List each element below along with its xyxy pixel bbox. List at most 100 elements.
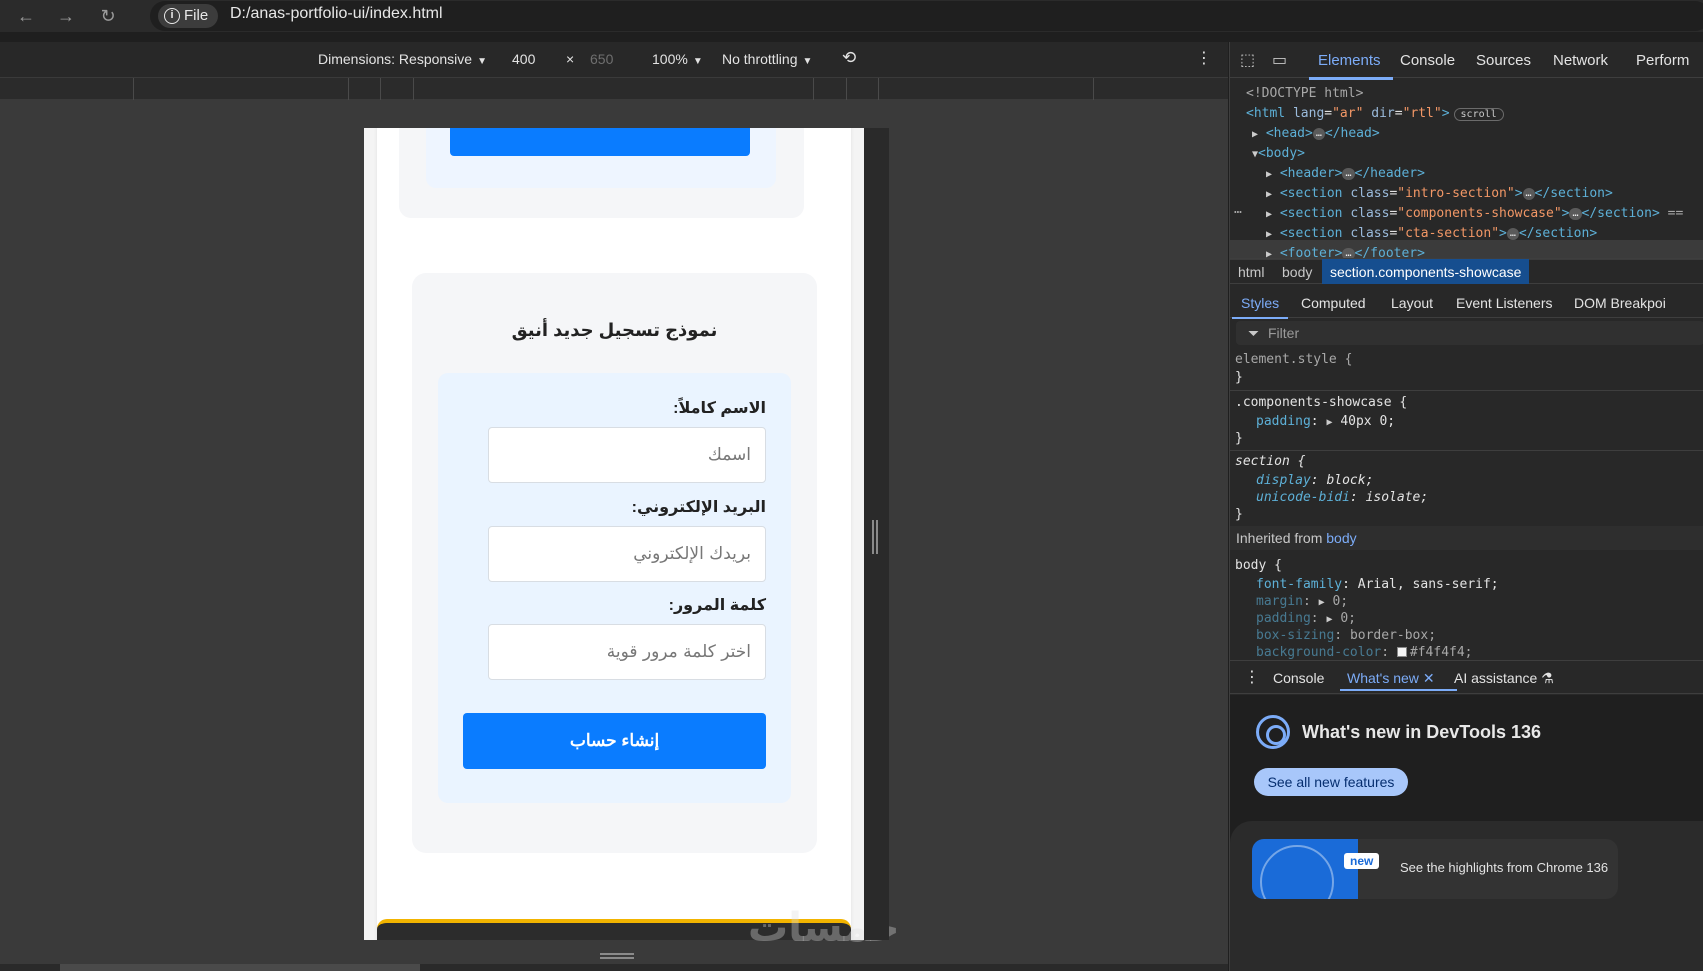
url-text[interactable]: D:/anas-portfolio-ui/index.html	[230, 5, 443, 23]
devtools-logo-icon	[1256, 715, 1290, 749]
tab-layout[interactable]: Layout	[1391, 295, 1433, 311]
expand-triangle-icon[interactable]: ▶	[1266, 189, 1272, 200]
margin-declaration[interactable]: margin: ▶ 0;	[1256, 594, 1348, 609]
background-color-declaration[interactable]: background-color: #f4f4f4;	[1256, 645, 1473, 660]
close-icon[interactable]: ✕	[1423, 670, 1435, 686]
caret-down-icon: ▼	[802, 56, 813, 67]
unicode-bidi-declaration[interactable]: unicode-bidi: isolate;	[1256, 490, 1428, 505]
drawer-tab-console[interactable]: Console	[1273, 670, 1324, 686]
device-viewport-area: نموذج تسجيل جديد أنيق الاسم كاملاً: اسمك…	[0, 100, 1228, 971]
drawer-tabs: ⋮ Console What's new ✕ AI assistance ⚗	[1230, 660, 1703, 694]
devtools-panel: ⬚ ▭ Elements Console Sources Network Per…	[1229, 42, 1703, 971]
doctype-node[interactable]: <!DOCTYPE html>	[1246, 86, 1363, 101]
showcase-title: نموذج تسجيل جديد أنيق	[511, 320, 718, 340]
name-label: الاسم كاملاً:	[673, 400, 766, 417]
tab-elements[interactable]: Elements	[1309, 52, 1392, 80]
dimensions-select[interactable]: Dimensions: Responsive ▼	[318, 51, 487, 67]
highlight-thumbnail	[1252, 839, 1358, 899]
previous-submit-button[interactable]	[450, 128, 750, 156]
width-input[interactable]: 400	[512, 51, 535, 67]
highlights-card: new See the highlights from Chrome 136	[1230, 821, 1703, 971]
components-showcase-rule[interactable]: .components-showcase {	[1235, 395, 1407, 410]
padding-declaration[interactable]: padding: ▶ 40px 0;	[1256, 414, 1395, 429]
header-node[interactable]: ▶ <header>… </header>	[1266, 166, 1425, 181]
element-style-rule[interactable]: element.style {	[1235, 352, 1352, 367]
dom-tree: <!DOCTYPE html> <html lang="ar" dir="rtl…	[1230, 82, 1703, 276]
breadcrumb-body[interactable]: body	[1282, 264, 1312, 280]
device-toggle-icon[interactable]: ▭	[1272, 50, 1292, 69]
email-input[interactable]: بريدك الإلكتروني	[488, 526, 766, 582]
html-node[interactable]: <html lang="ar" dir="rtl"> scroll	[1246, 106, 1504, 121]
intro-section-node[interactable]: ▶ <section class="intro-section">… </sect…	[1266, 186, 1613, 201]
tab-network[interactable]: Network	[1553, 52, 1608, 69]
zoom-select[interactable]: 100% ▼	[652, 51, 703, 67]
tab-styles[interactable]: Styles	[1231, 295, 1289, 319]
password-input[interactable]: اختر كلمة مرور قوية	[488, 624, 766, 680]
tab-dom-breakpoints[interactable]: DOM Breakpoi	[1574, 295, 1666, 311]
drawer-tab-ai-assistance[interactable]: AI assistance ⚗	[1454, 670, 1554, 687]
browser-toolbar: ← → ↻ i File D:/anas-portfolio-ui/index.…	[0, 0, 1703, 32]
see-all-features-button[interactable]: See all new features	[1254, 768, 1408, 796]
tab-sources[interactable]: Sources	[1476, 52, 1531, 69]
inherited-from-header: Inherited from body	[1230, 526, 1703, 550]
site-info-chip[interactable]: i File	[158, 4, 219, 28]
drawer-tab-whats-new[interactable]: What's new ✕	[1340, 670, 1456, 691]
font-family-declaration[interactable]: font-family: Arial, sans-serif;	[1256, 577, 1499, 592]
tab-console[interactable]: Console	[1400, 52, 1455, 69]
styles-filter-input[interactable]: ⏷ Filter	[1236, 321, 1703, 345]
breadcrumb-section[interactable]: section.components-showcase	[1322, 259, 1530, 284]
forward-arrow-icon[interactable]: →	[56, 6, 76, 26]
times-symbol: ×	[566, 51, 575, 67]
expand-triangle-icon[interactable]: ▶	[1252, 129, 1258, 140]
file-chip-label: File	[184, 7, 209, 24]
address-bar[interactable]: i File D:/anas-portfolio-ui/index.html	[150, 1, 1703, 31]
whats-new-panel: What's new in DevTools 136 See all new f…	[1230, 695, 1703, 971]
horizontal-scrollbar[interactable]	[0, 964, 1228, 971]
head-node[interactable]: ▶ <head>… </head>	[1252, 126, 1380, 141]
inherited-from-link[interactable]: body	[1326, 530, 1356, 546]
create-account-button[interactable]: إنشاء حساب	[463, 713, 766, 769]
signup-showcase: نموذج تسجيل جديد أنيق الاسم كاملاً: اسمك…	[412, 273, 817, 853]
throttling-select[interactable]: No throttling ▼	[722, 51, 812, 67]
info-icon: i	[164, 8, 180, 24]
drawer-menu-icon[interactable]: ⋮	[1244, 667, 1260, 687]
components-showcase-node[interactable]: ▶ <section class="components-showcase">……	[1266, 206, 1683, 221]
back-arrow-icon[interactable]: ←	[16, 6, 36, 26]
display-declaration[interactable]: display: block;	[1256, 473, 1373, 488]
tab-computed[interactable]: Computed	[1301, 295, 1366, 311]
reload-icon[interactable]: ↻	[98, 6, 118, 26]
breadcrumb-html[interactable]: html	[1238, 264, 1264, 280]
node-actions-dots[interactable]: …	[1234, 202, 1242, 217]
caret-down-icon: ▼	[477, 56, 487, 67]
color-swatch[interactable]	[1396, 647, 1407, 657]
cta-section-node[interactable]: ▶ <section class="cta-section">… </sectio…	[1266, 226, 1597, 241]
height-input[interactable]: 650	[590, 51, 613, 67]
devtools-tabs: ⬚ ▭ Elements Console Sources Network Per…	[1230, 42, 1703, 80]
scroll-badge[interactable]: scroll	[1453, 108, 1504, 121]
name-input[interactable]: اسمك	[488, 427, 766, 483]
email-label: البريد الإلكتروني:	[631, 499, 766, 516]
body-rule[interactable]: body {	[1235, 558, 1282, 573]
highlight-text: See the highlights from Chrome 136	[1400, 860, 1609, 875]
right-resize-handle[interactable]	[872, 520, 878, 554]
inspect-element-icon[interactable]: ⬚	[1240, 50, 1260, 69]
expand-triangle-icon[interactable]: ▶	[1266, 229, 1272, 240]
tab-performance[interactable]: Perform	[1636, 52, 1689, 69]
tab-event-listeners[interactable]: Event Listeners	[1456, 295, 1553, 311]
rotate-icon[interactable]: ⟲	[842, 48, 856, 68]
box-sizing-declaration[interactable]: box-sizing: border-box;	[1256, 628, 1436, 643]
password-label: كلمة المرور:	[668, 597, 766, 614]
filter-icon: ⏷	[1248, 325, 1260, 341]
highlight-item[interactable]: new See the highlights from Chrome 136	[1252, 839, 1618, 899]
bottom-resize-handle[interactable]	[600, 953, 634, 959]
expand-triangle-icon[interactable]: ▶	[1266, 169, 1272, 180]
device-toolbar: Dimensions: Responsive ▼ 400 × 650 100% ▼ …	[0, 42, 1228, 78]
media-query-ruler[interactable]	[0, 78, 1228, 100]
padding-body-declaration[interactable]: padding: ▶ 0;	[1256, 611, 1356, 626]
caret-down-icon: ▼	[692, 56, 703, 67]
expand-triangle-icon[interactable]: ▶	[1266, 209, 1272, 220]
more-options-icon[interactable]: ⋮	[1196, 48, 1212, 68]
body-node[interactable]: ▼<body>	[1252, 146, 1305, 161]
section-rule[interactable]: section {	[1235, 454, 1305, 469]
new-badge: new	[1344, 853, 1380, 869]
